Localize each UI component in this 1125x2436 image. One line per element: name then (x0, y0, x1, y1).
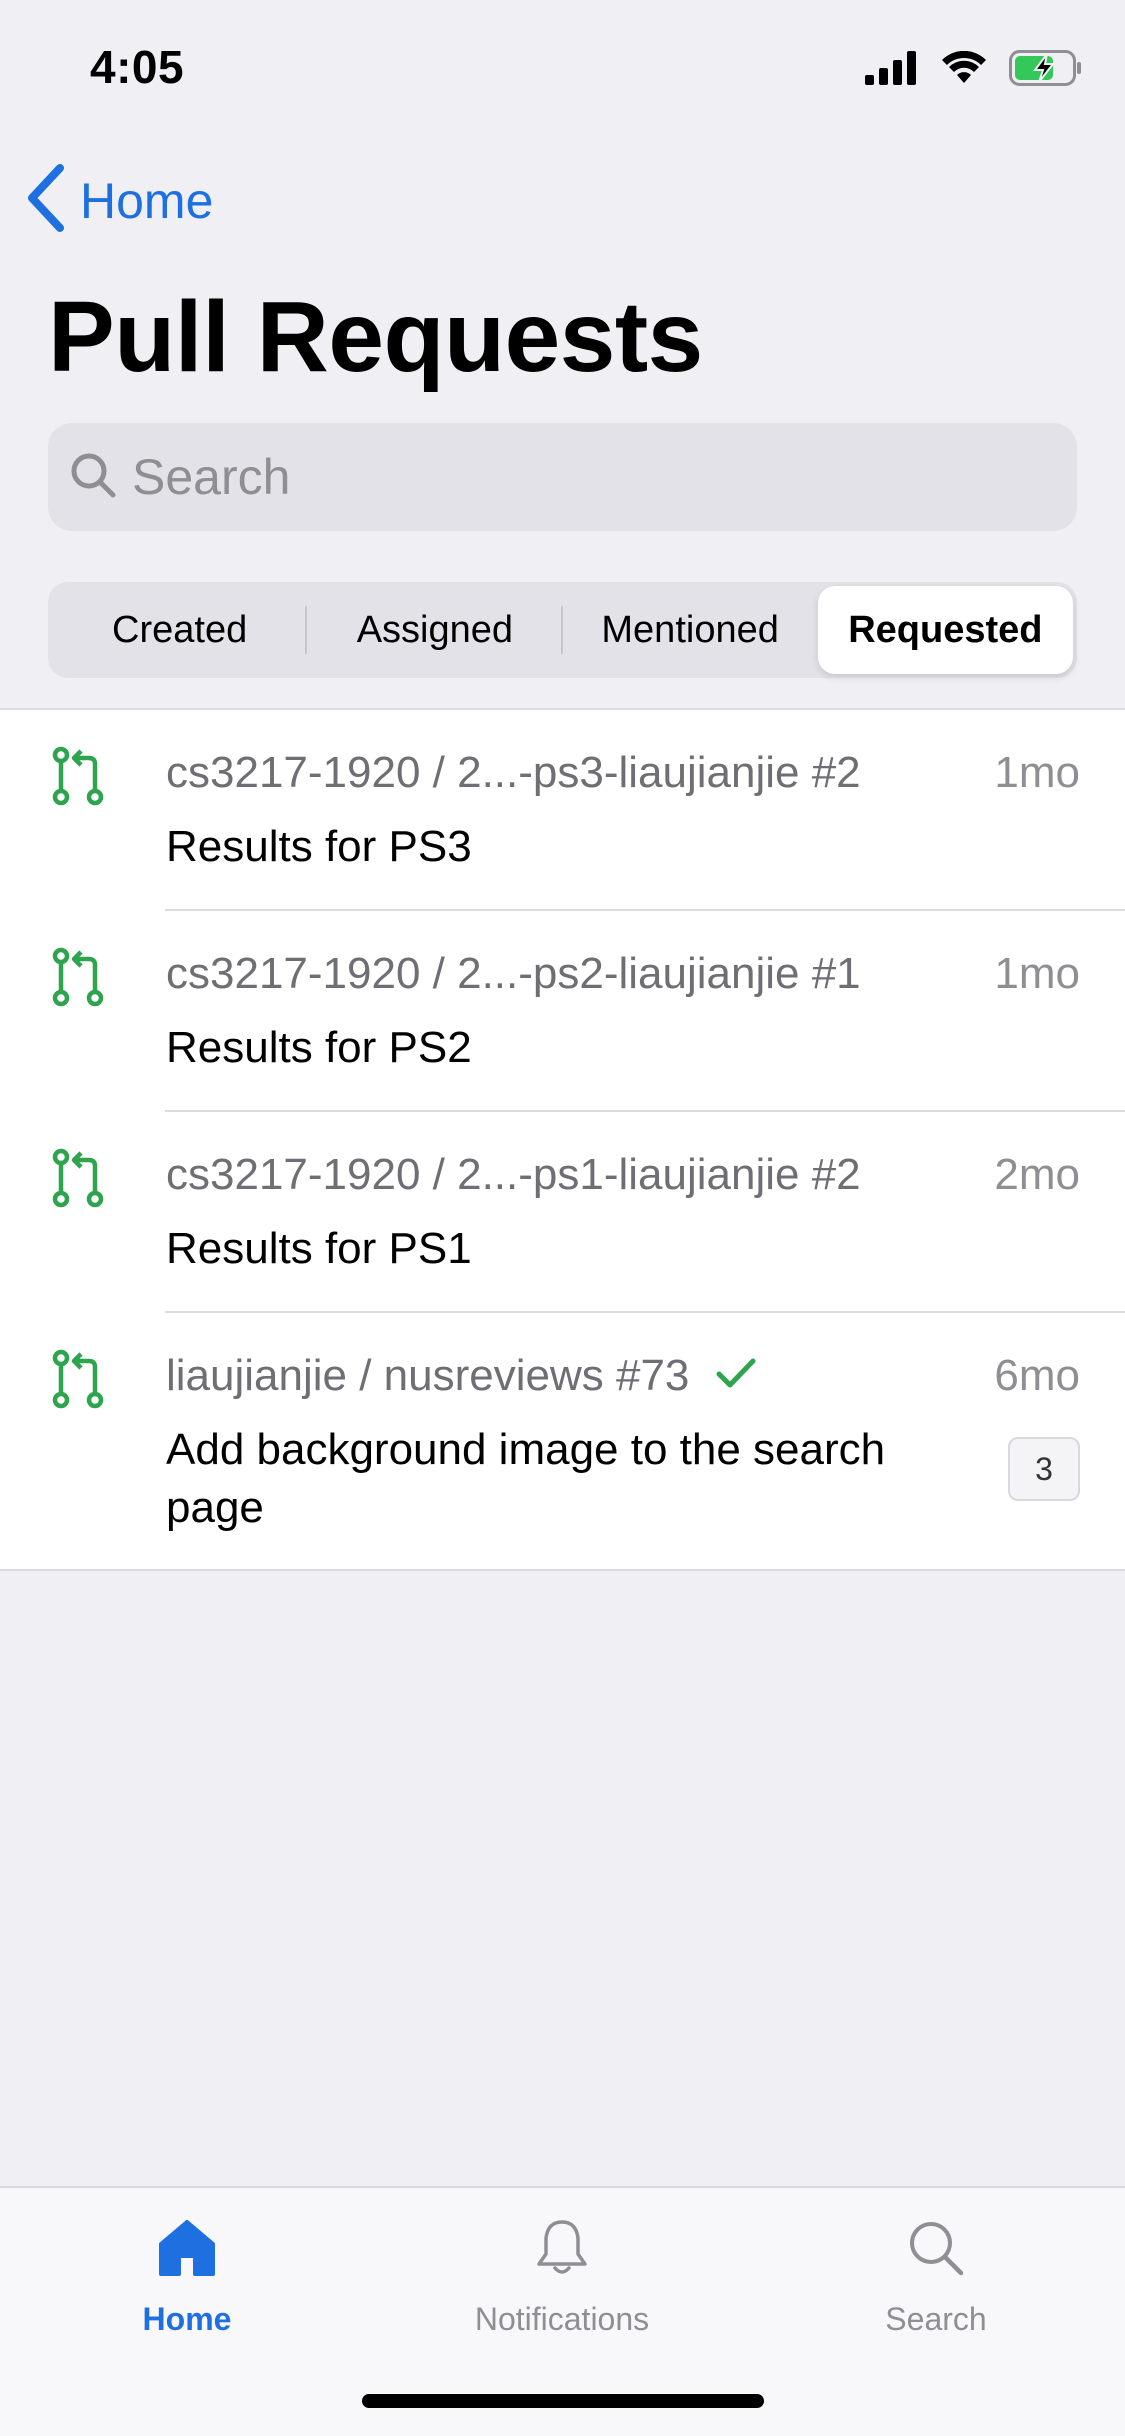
segment-created[interactable]: Created (52, 586, 308, 674)
pull-request-row[interactable]: cs3217-1920 / 2...-ps3-liaujianjie #2 Re… (0, 710, 1125, 911)
back-button-label: Home (80, 172, 214, 229)
pr-repo: liaujianjie / nusreviews #73 (166, 1351, 757, 1401)
tab-notifications-label: Notifications (474, 2301, 650, 2337)
status-time: 4:05 (90, 41, 185, 93)
tab-search[interactable]: Search (806, 2218, 1066, 2338)
comment-count-badge: 3 (1008, 1437, 1080, 1501)
segment-assigned[interactable]: Assigned (307, 586, 563, 674)
pr-age: 1mo (994, 949, 1080, 998)
wifi-icon (941, 50, 987, 90)
signal-icon (865, 51, 919, 90)
battery-charging-icon (1009, 50, 1083, 91)
pr-title: Add background image to the search page (166, 1425, 886, 1532)
tab-search-label: Search (885, 2301, 987, 2337)
tab-notifications[interactable]: Notifications (432, 2218, 692, 2338)
page-title: Pull Requests (48, 281, 703, 393)
git-pull-request-icon (50, 1349, 106, 1414)
filter-segmented-control: Created Assigned Mentioned Requested (48, 582, 1077, 678)
search-icon (906, 2218, 966, 2283)
back-button[interactable]: Home (24, 163, 213, 238)
chevron-left-icon (24, 163, 66, 238)
pr-title: Results for PS3 (166, 822, 472, 871)
bell-icon (532, 2218, 592, 2283)
pr-repo-label: cs3217-1920 / 2...-ps1-liaujianjie #2 (166, 1150, 861, 1199)
pr-repo: cs3217-1920 / 2...-ps2-liaujianjie #1 (166, 949, 861, 999)
pr-age: 2mo (994, 1150, 1080, 1199)
search-input[interactable]: Search (48, 423, 1077, 531)
pull-request-row[interactable]: cs3217-1920 / 2...-ps1-liaujianjie #2 Re… (0, 1112, 1125, 1313)
pull-request-row[interactable]: liaujianjie / nusreviews #73 Add backgro… (0, 1313, 1125, 1569)
git-pull-request-icon (50, 746, 106, 811)
pr-age: 1mo (994, 748, 1080, 797)
pr-repo-label: cs3217-1920 / 2...-ps3-liaujianjie #2 (166, 748, 861, 797)
segment-mentioned[interactable]: Mentioned (563, 586, 818, 674)
pr-repo: cs3217-1920 / 2...-ps1-liaujianjie #2 (166, 1150, 861, 1200)
pr-title: Results for PS2 (166, 1023, 472, 1072)
pull-request-list: cs3217-1920 / 2...-ps3-liaujianjie #2 Re… (0, 708, 1125, 1571)
home-icon (157, 2218, 217, 2283)
tab-home-label: Home (142, 2301, 232, 2337)
search-icon (68, 450, 118, 505)
pr-title: Results for PS1 (166, 1224, 472, 1273)
home-indicator[interactable] (362, 2394, 764, 2408)
pr-repo-label: liaujianjie / nusreviews #73 (166, 1351, 690, 1400)
git-pull-request-icon (50, 1148, 106, 1213)
status-bar: 4:05 (0, 0, 1125, 132)
pr-age: 6mo (994, 1351, 1080, 1400)
search-placeholder: Search (132, 449, 291, 505)
tab-home[interactable]: Home (57, 2218, 317, 2338)
pr-repo-label: cs3217-1920 / 2...-ps2-liaujianjie #1 (166, 949, 861, 998)
pull-request-row[interactable]: cs3217-1920 / 2...-ps2-liaujianjie #1 Re… (0, 911, 1125, 1112)
segment-requested[interactable]: Requested (817, 586, 1073, 674)
check-icon (715, 1351, 757, 1401)
status-icons (865, 50, 1083, 91)
git-pull-request-icon (50, 947, 106, 1012)
pr-repo: cs3217-1920 / 2...-ps3-liaujianjie #2 (166, 748, 861, 798)
